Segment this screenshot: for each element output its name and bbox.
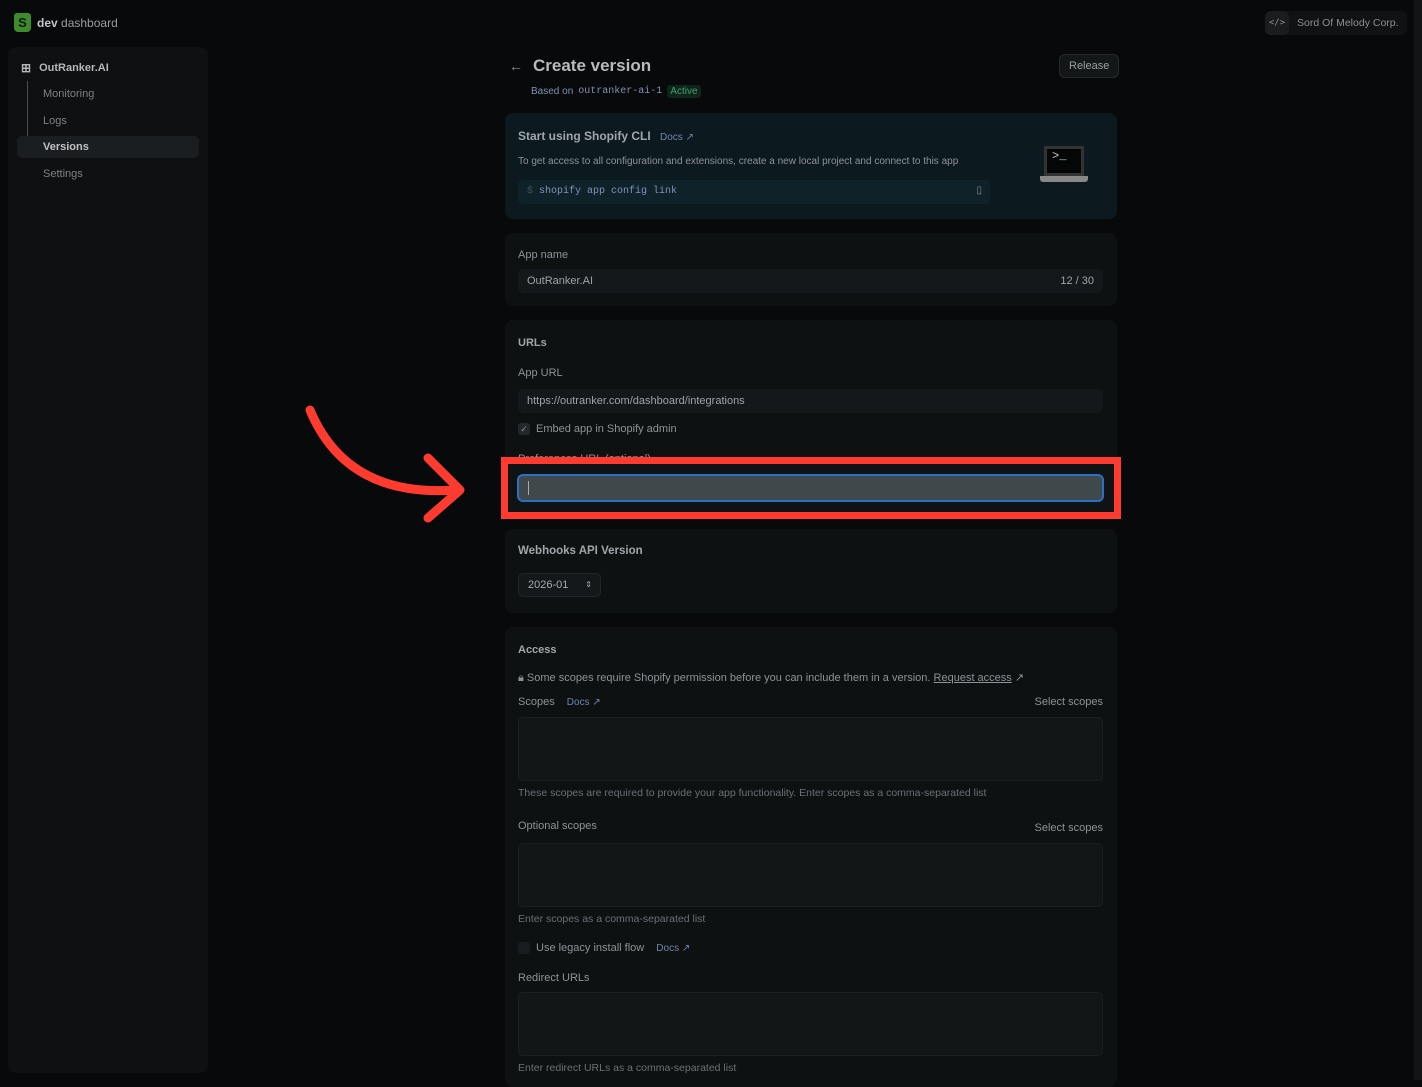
- access-card: Access 🔒︎ Some scopes require Shopify pe…: [505, 627, 1117, 1087]
- optional-scopes-label: Optional scopes: [518, 820, 597, 832]
- char-count: 12 / 30: [1060, 275, 1094, 287]
- sidebar-item-versions[interactable]: Versions: [17, 136, 199, 158]
- app-url-label: App URL: [518, 367, 563, 379]
- check-icon: ✓: [518, 423, 530, 436]
- release-button[interactable]: Release: [1059, 54, 1120, 78]
- app-url-input[interactable]: https://outranker.com/dashboard/integrat…: [518, 389, 1103, 413]
- webhooks-version-select[interactable]: 2026-01 ⇕: [518, 573, 601, 597]
- status-badge: Active: [667, 85, 701, 98]
- sidebar: ⊞ OutRanker.AI Monitoring Logs Versions S…: [8, 47, 208, 1073]
- redirect-urls-label: Redirect URLs: [518, 972, 590, 984]
- app-name: OutRanker.AI: [39, 62, 109, 74]
- sidebar-item-settings[interactable]: Settings: [17, 163, 199, 185]
- based-on-label: Based on: [531, 86, 574, 97]
- optional-scopes-textarea[interactable]: [518, 843, 1103, 907]
- apps-icon: ⊞: [21, 61, 32, 75]
- sidebar-item-monitoring[interactable]: Monitoring: [17, 83, 199, 105]
- scopes-docs-link[interactable]: Docs ↗: [567, 697, 601, 708]
- lock-icon: 🔒︎: [518, 672, 524, 684]
- brand-rest: dashboard: [61, 15, 118, 30]
- org-name: Sord Of Melody Corp.: [1297, 17, 1399, 29]
- optional-scopes-help: Enter scopes as a comma-separated list: [518, 913, 706, 925]
- sidebar-item-logs[interactable]: Logs: [17, 110, 199, 132]
- brand-bold: dev: [37, 15, 58, 30]
- version-handle: outranker-ai-1: [578, 86, 663, 97]
- cli-command[interactable]: $ shopify app config link ▯: [518, 180, 990, 204]
- cli-docs-link[interactable]: Docs ↗: [660, 132, 694, 143]
- brand-logo[interactable]: S dev dashboard: [14, 13, 118, 32]
- clipboard-icon[interactable]: ▯: [976, 180, 982, 204]
- back-arrow-icon[interactable]: ←: [509, 58, 523, 74]
- scope-notice: 🔒︎ Some scopes require Shopify permissio…: [518, 672, 1025, 684]
- scopes-label: Scopes: [518, 696, 555, 708]
- code-icon: </>: [1265, 11, 1289, 35]
- sidebar-app[interactable]: ⊞ OutRanker.AI: [21, 61, 109, 75]
- select-scopes-link[interactable]: Select scopes: [1035, 696, 1103, 708]
- webhooks-card: Webhooks API Version 2026-01 ⇕: [505, 529, 1117, 613]
- cli-title: Start using Shopify CLI: [518, 129, 651, 143]
- select-arrows-icon: ⇕: [585, 580, 592, 589]
- preferences-url-input[interactable]: [517, 474, 1104, 502]
- redirect-urls-textarea[interactable]: [518, 992, 1103, 1056]
- app-name-input[interactable]: OutRanker.AI 12 / 30: [518, 269, 1103, 293]
- legacy-docs-link[interactable]: Docs ↗: [656, 943, 690, 954]
- red-arrow-annotation: [305, 405, 465, 523]
- scopes-textarea[interactable]: [518, 717, 1103, 781]
- org-switcher[interactable]: </> Sord Of Melody Corp.: [1265, 11, 1407, 35]
- webhooks-title: Webhooks API Version: [518, 545, 643, 557]
- access-title: Access: [518, 644, 557, 656]
- page-title: Create version: [533, 56, 652, 75]
- scrollbar[interactable]: [1414, 0, 1422, 1080]
- cli-description: To get access to all configuration and e…: [518, 156, 959, 167]
- select-optional-scopes-link[interactable]: Select scopes: [1035, 822, 1103, 834]
- scopes-help: These scopes are required to provide you…: [518, 787, 987, 799]
- cli-card: Start using Shopify CLI Docs ↗ To get ac…: [505, 113, 1117, 219]
- app-name-card: App name OutRanker.AI 12 / 30: [505, 233, 1117, 306]
- redirect-urls-help: Enter redirect URLs as a comma-separated…: [518, 1062, 737, 1074]
- shopify-bag-icon: S: [14, 13, 31, 32]
- embed-checkbox[interactable]: ✓ Embed app in Shopify admin: [518, 423, 677, 436]
- app-name-label: App name: [518, 249, 569, 261]
- request-access-link[interactable]: Request access: [934, 672, 1012, 684]
- laptop-terminal-icon: >_: [1040, 146, 1088, 186]
- urls-title: URLs: [518, 337, 547, 349]
- legacy-install-checkbox[interactable]: Use legacy install flow Docs ↗: [518, 942, 690, 955]
